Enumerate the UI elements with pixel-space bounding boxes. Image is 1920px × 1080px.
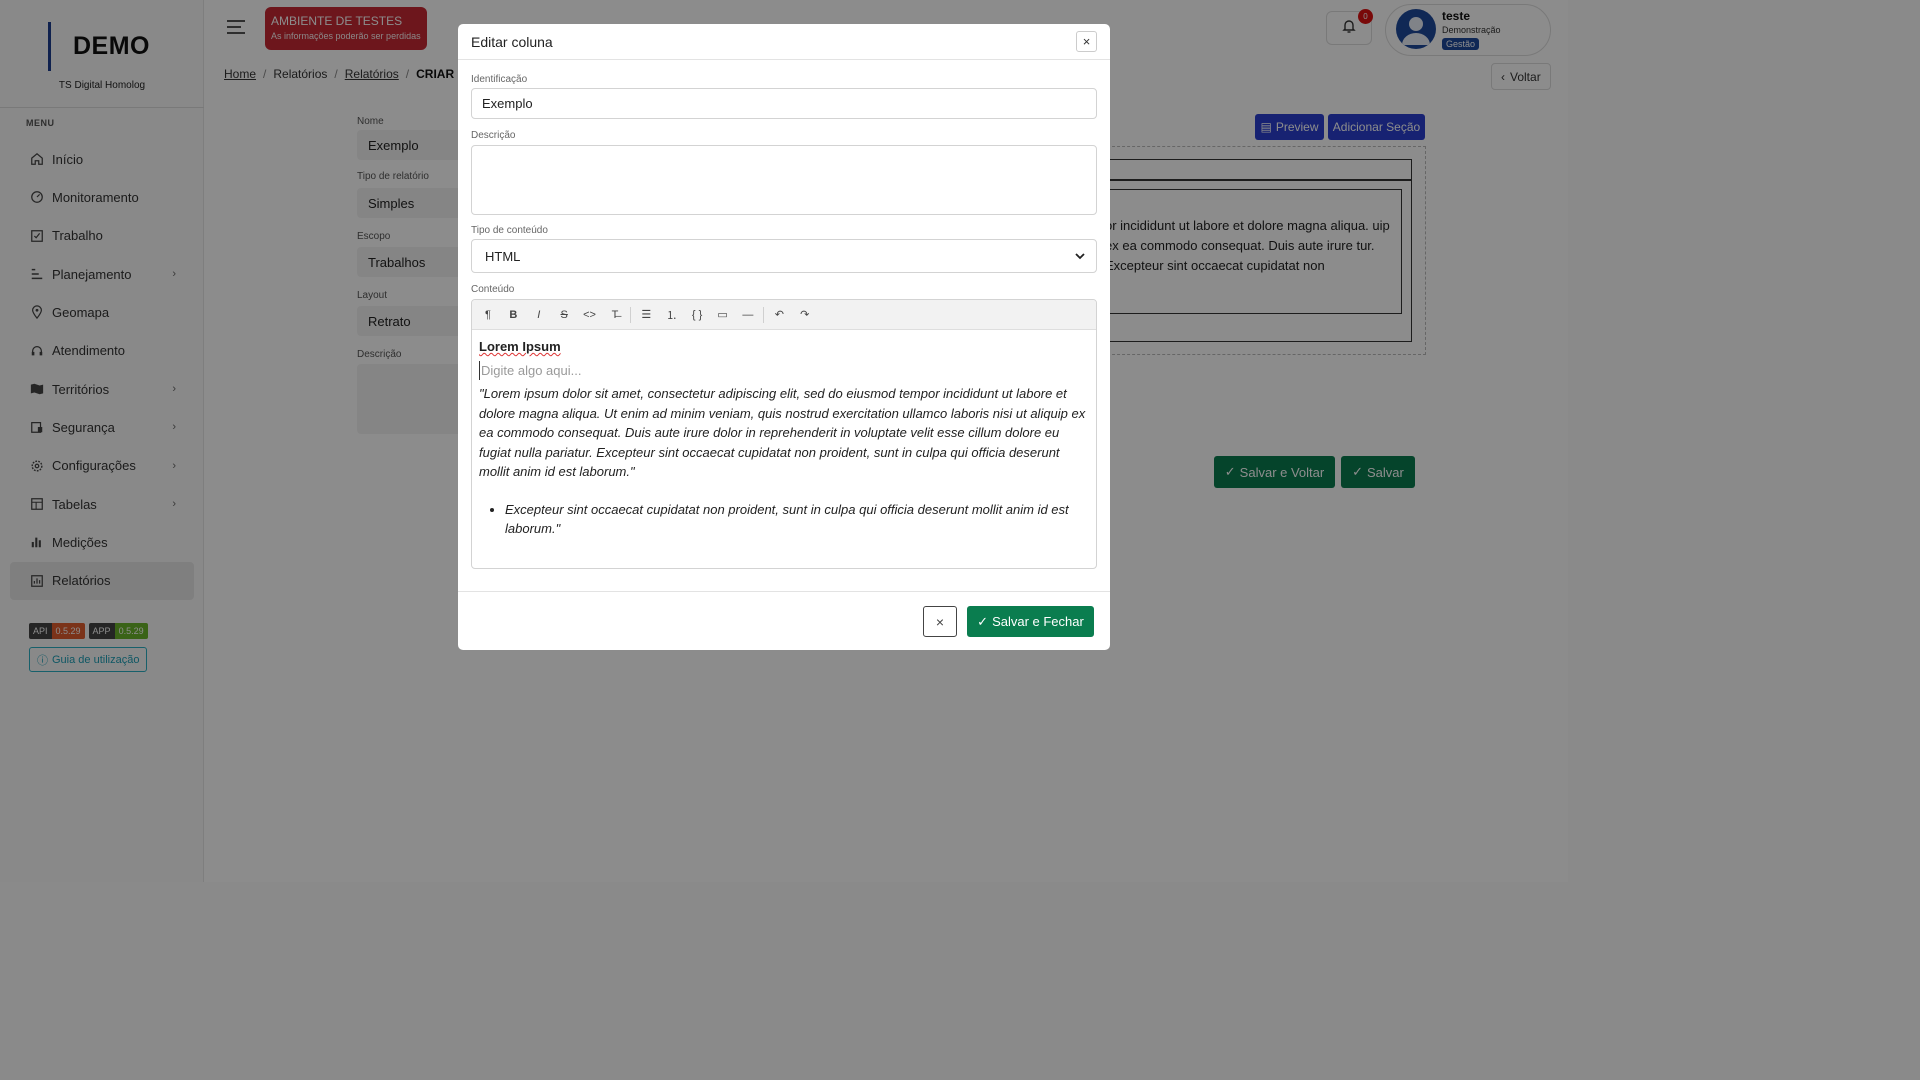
content-type-label: Tipo de conteúdo <box>471 225 548 236</box>
modal-footer: × ✓ Salvar e Fechar <box>458 591 1110 650</box>
content-label: Conteúdo <box>471 284 515 295</box>
ordered-list-icon[interactable]: ⒈ <box>661 304 683 326</box>
code-icon[interactable]: <> <box>579 304 601 326</box>
save-and-close-label: Salvar e Fechar <box>992 614 1084 629</box>
editor-toolbar: ¶ B I S <> T̶ ☰ ⒈ { } ▭ — ↶ ↷ <box>472 300 1096 330</box>
rich-text-editor[interactable]: ¶ B I S <> T̶ ☰ ⒈ { } ▭ — ↶ ↷ Lorem Ipsu… <box>471 299 1097 569</box>
paragraph-icon[interactable]: ¶ <box>477 304 499 326</box>
clear-format-icon[interactable]: T̶ <box>604 304 626 326</box>
italic-icon[interactable]: I <box>528 304 550 326</box>
identification-input[interactable]: Exemplo <box>471 88 1097 119</box>
editor-bullet-list: Excepteur sint occaecat cupidatat non pr… <box>479 500 1089 539</box>
blockquote-icon[interactable]: ▭ <box>712 304 734 326</box>
editor-placeholder: Digite algo aqui... <box>479 360 1089 380</box>
editor-quote: "Lorem ipsum dolor sit amet, consectetur… <box>479 386 1086 479</box>
identification-label: Identificação <box>471 74 528 85</box>
editor-content[interactable]: Lorem Ipsum Digite algo aqui... "Lorem i… <box>472 330 1096 546</box>
editor-heading: Lorem Ipsum <box>479 339 561 354</box>
description-label: Descrição <box>471 130 516 141</box>
undo-icon[interactable]: ↶ <box>768 304 790 326</box>
close-icon: × <box>1082 34 1091 49</box>
double-check-icon: ✓ <box>977 613 989 629</box>
save-and-close-button[interactable]: ✓ Salvar e Fechar <box>967 606 1094 637</box>
modal-header: Editar coluna × <box>458 24 1110 60</box>
toolbar-divider <box>763 306 765 323</box>
cancel-button[interactable]: × <box>923 606 957 637</box>
editor-bullet-item: Excepteur sint occaecat cupidatat non pr… <box>505 500 1089 539</box>
horizontal-rule-icon[interactable]: — <box>737 304 759 326</box>
strikethrough-icon[interactable]: S <box>553 304 575 326</box>
chevron-down-icon <box>1075 253 1085 260</box>
redo-icon[interactable]: ↷ <box>794 304 816 326</box>
code-block-icon[interactable]: { } <box>686 304 708 326</box>
bullet-list-icon[interactable]: ☰ <box>635 304 657 326</box>
content-type-select[interactable]: HTML <box>471 239 1097 273</box>
bold-icon[interactable]: B <box>502 304 524 326</box>
modal-title: Editar coluna <box>471 34 553 50</box>
modal-close-button[interactable]: × <box>1076 31 1097 52</box>
close-icon: × <box>935 613 945 630</box>
edit-column-modal: Editar coluna × Identificação Exemplo De… <box>458 24 1110 650</box>
content-type-value: HTML <box>485 248 521 264</box>
toolbar-divider <box>630 306 632 323</box>
description-textarea[interactable] <box>471 145 1097 215</box>
